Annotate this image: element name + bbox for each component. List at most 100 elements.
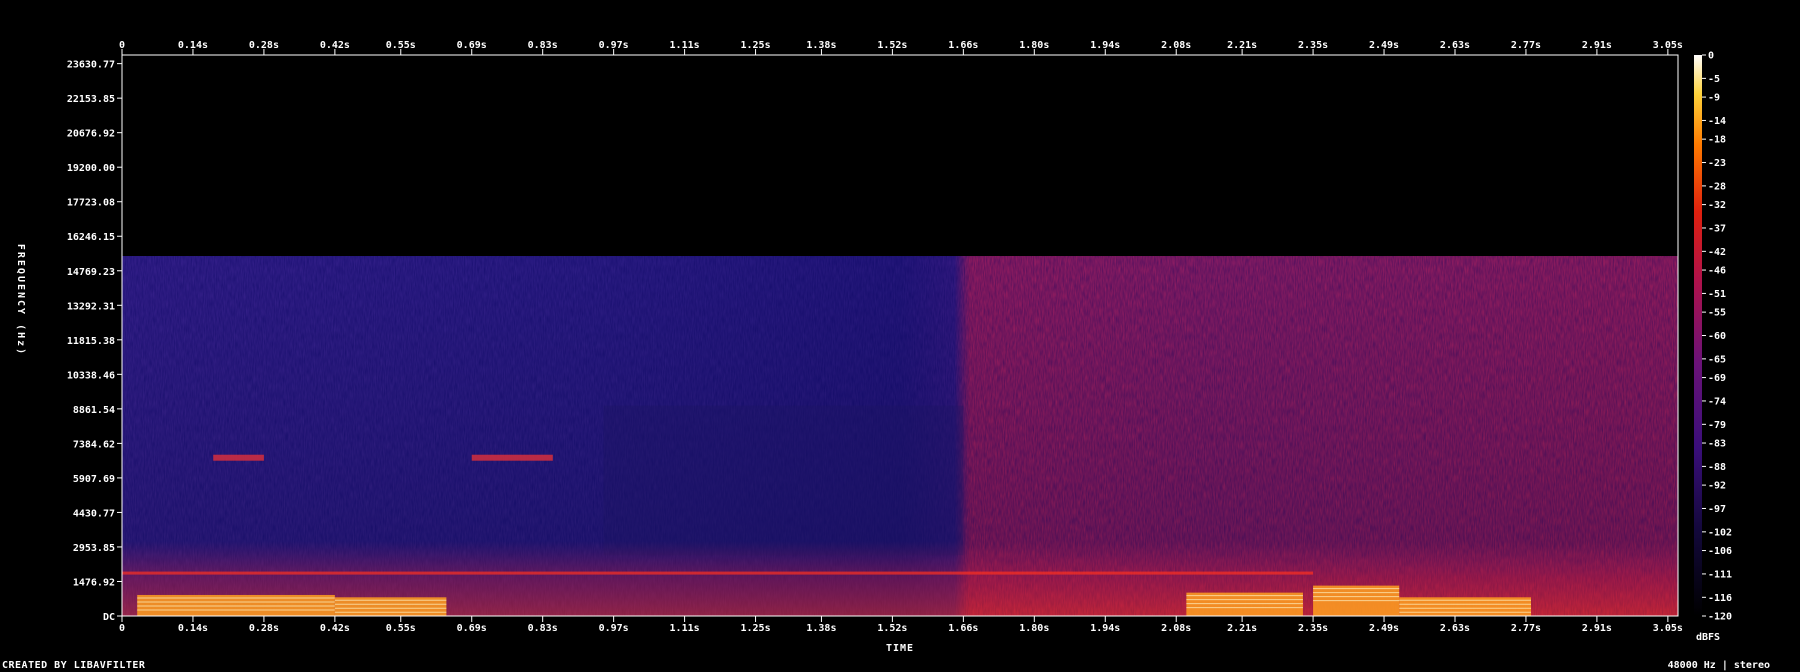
y-tick-label: 23630.77 <box>67 60 115 71</box>
x-tick-label-bottom: 2.63s <box>1440 623 1470 634</box>
colorbar-tick-label: -37 <box>1708 223 1726 234</box>
colorbar-tick-label: -120 <box>1708 612 1732 623</box>
tonal-streak-1 <box>471 454 553 461</box>
colorbar: 0 -5 -9 -14 -18 -23 -28 -32 -37 -42 -46 -51 -55 -60 -6… <box>1694 51 1732 623</box>
x-tick-label-bottom: 2.08s <box>1161 623 1191 634</box>
x-tick-label-bottom: 2.91s <box>1582 623 1612 634</box>
x-tick-label-top: 0.55s <box>386 40 416 51</box>
harmonic-line <box>122 571 1314 575</box>
x-tick-label-top: 0.83s <box>528 40 558 51</box>
colorbar-tick-label: -116 <box>1708 593 1732 604</box>
x-tick-label-bottom: 1.11s <box>670 623 700 634</box>
x-tick-label-top: 0.97s <box>599 40 629 51</box>
footer-credit: CREATED BY LIBAVFILTER <box>2 660 146 671</box>
colorbar-tick-label: -32 <box>1708 200 1726 211</box>
x-tick-label-top: 0.28s <box>249 40 279 51</box>
spectrogram-chart: 0 0.14s 0.28s 0.42s 0.55s 0.69s 0.83s 0.97s 1.11… <box>15 40 1732 654</box>
colorbar-tick-label: -83 <box>1708 439 1726 450</box>
x-tick-label-top: 1.25s <box>740 40 770 51</box>
x-tick-label-bottom: 0.14s <box>178 623 208 634</box>
x-tick-label-bottom: 2.21s <box>1227 623 1257 634</box>
y-tick-label: 22153.85 <box>67 94 115 105</box>
x-tick-label-bottom: 1.80s <box>1019 623 1049 634</box>
x-tick-label-top: 0.14s <box>178 40 208 51</box>
x-tick-label-bottom: 1.94s <box>1090 623 1120 634</box>
colorbar-tick-label: -42 <box>1708 247 1726 258</box>
x-tick-label-bottom: 1.38s <box>806 623 836 634</box>
y-tick-label: 7384.62 <box>73 439 115 450</box>
x-tick-label-top: 1.38s <box>806 40 836 51</box>
colorbar-tick-label: -14 <box>1708 116 1726 127</box>
x-tick-label-top: 2.08s <box>1161 40 1191 51</box>
colorbar-tick-label: -51 <box>1708 289 1726 300</box>
colorbar-tick-label: -28 <box>1708 181 1726 192</box>
x-tick-label-top: 2.49s <box>1369 40 1399 51</box>
x-tick-label-top: 1.11s <box>670 40 700 51</box>
x-tick-label-bottom: 1.52s <box>877 623 907 634</box>
y-tick-label: 19200.00 <box>67 163 115 174</box>
energy-burst-2 <box>1186 592 1303 616</box>
x-tick-label-top: 2.63s <box>1440 40 1470 51</box>
x-axis-bottom: 0 0.14s 0.28s 0.42s 0.55s 0.69s 0.83s 0.97s 1.11… <box>119 616 1683 634</box>
x-tick-label-bottom: 2.77s <box>1511 623 1541 634</box>
y-tick-label: 8861.54 <box>73 405 115 416</box>
x-tick-label-top: 2.91s <box>1582 40 1612 51</box>
x-tick-label-top: 1.80s <box>1019 40 1049 51</box>
colorbar-tick-label: -9 <box>1708 93 1720 104</box>
x-tick-label-top: 2.77s <box>1511 40 1541 51</box>
colorbar-tick-label: -65 <box>1708 354 1726 365</box>
colorbar-tick-label: -5 <box>1708 74 1720 85</box>
x-tick-label-top: 0 <box>119 40 125 51</box>
colorbar-label: dBFS <box>1696 632 1720 643</box>
y-tick-label: 10338.46 <box>67 370 115 381</box>
x-tick-label-bottom: 0.83s <box>528 623 558 634</box>
quiet-region <box>603 405 964 556</box>
colorbar-tick-label: 0 <box>1708 51 1714 62</box>
y-tick-label: 20676.92 <box>67 129 115 140</box>
plot-area <box>121 54 1679 617</box>
x-tick-label-bottom: 0.28s <box>249 623 279 634</box>
x-tick-label-top: 3.05s <box>1653 40 1683 51</box>
x-tick-label-top: 2.35s <box>1298 40 1328 51</box>
colorbar-tick-label: -18 <box>1708 135 1726 146</box>
x-tick-label-bottom: 1.66s <box>948 623 978 634</box>
x-tick-label-top: 1.66s <box>948 40 978 51</box>
y-tick-label: 11815.38 <box>67 336 115 347</box>
y-tick-label: 16246.15 <box>67 232 115 243</box>
x-axis-top: 0 0.14s 0.28s 0.42s 0.55s 0.69s 0.83s 0.97s 1.11… <box>119 40 1683 55</box>
x-tick-label-bottom: 0 <box>119 623 125 634</box>
x-tick-label-top: 1.94s <box>1090 40 1120 51</box>
y-tick-label: 4430.77 <box>73 508 115 519</box>
colorbar-tick-label: -106 <box>1708 546 1732 557</box>
x-axis-label: TIME <box>886 643 914 654</box>
y-tick-label: 2953.85 <box>73 543 115 554</box>
colorbar-tick-label: -23 <box>1708 158 1726 169</box>
colorbar-tick-label: -88 <box>1708 462 1726 473</box>
y-axis-label: FREQUENCY (Hz) <box>15 244 26 356</box>
x-tick-label-top: 0.42s <box>320 40 350 51</box>
x-tick-label-bottom: 3.05s <box>1653 623 1683 634</box>
footer-audio-info: 48000 Hz | stereo <box>1667 660 1770 671</box>
y-tick-label: 1476.92 <box>73 577 115 588</box>
y-axis: 23630.77 22153.85 20676.92 19200.00 17723.08… <box>67 60 122 623</box>
colorbar-tick-label: -92 <box>1708 481 1726 492</box>
x-tick-label-bottom: 0.69s <box>457 623 487 634</box>
colorbar-tick-label: -97 <box>1708 504 1726 515</box>
y-tick-label: 17723.08 <box>67 198 115 209</box>
colorbar-tick-label: -102 <box>1708 527 1732 538</box>
y-tick-label: 5907.69 <box>73 474 115 485</box>
x-tick-label-top: 1.52s <box>877 40 907 51</box>
colorbar-tick-label: -74 <box>1708 396 1726 407</box>
tonal-streak-0 <box>213 454 264 461</box>
y-tick-label: 14769.23 <box>67 267 115 278</box>
colorbar-tick-label: -79 <box>1708 420 1726 431</box>
x-tick-label-top: 2.21s <box>1227 40 1257 51</box>
x-tick-label-bottom: 1.25s <box>740 623 770 634</box>
x-tick-label-bottom: 2.49s <box>1369 623 1399 634</box>
x-tick-label-bottom: 2.35s <box>1298 623 1328 634</box>
x-tick-label-top: 0.69s <box>457 40 487 51</box>
colorbar-tick-label: -69 <box>1708 373 1726 384</box>
colorbar-tick-label: -55 <box>1708 308 1726 319</box>
x-tick-label-bottom: 0.55s <box>386 623 416 634</box>
colorbar-gradient <box>1694 55 1702 616</box>
